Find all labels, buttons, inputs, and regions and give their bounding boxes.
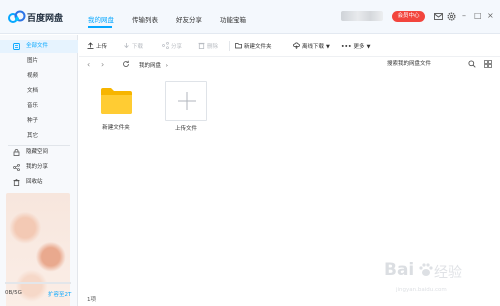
upload-button[interactable]: 上传 <box>87 42 107 50</box>
lock-icon <box>13 149 20 156</box>
refresh-icon[interactable] <box>122 60 130 68</box>
upload-icon <box>87 42 94 49</box>
sidebar-item-label: 其它 <box>27 133 39 139</box>
share-button[interactable]: 分享 <box>162 42 182 50</box>
sidebar-item-label: 图片 <box>27 58 39 64</box>
share-label: 分享 <box>171 44 183 50</box>
title-bar: 百度网盘 我的网盘 传输列表 好友分享 功能宝箱 会员中心 – □ × <box>0 0 500 34</box>
upload-file-tile[interactable] <box>165 81 207 121</box>
new-folder-label: 新建文件夹 <box>244 44 272 50</box>
maximize-icon[interactable]: □ <box>474 11 482 21</box>
more-label: 更多 <box>353 44 365 50</box>
expand-storage-link[interactable]: 扩容至2T <box>48 290 71 298</box>
more-dots-icon: ••• <box>341 44 352 50</box>
watermark-text-bai: Bai <box>384 260 415 280</box>
file-item-folder[interactable]: 新建文件夹 <box>94 80 138 132</box>
sidebar-item-label: 我的分享 <box>26 164 49 170</box>
download-icon <box>124 43 129 49</box>
tab-my-netdisk[interactable]: 我的网盘 <box>88 14 114 24</box>
sidebar-item-videos[interactable]: 视频 <box>0 70 78 83</box>
tab-transfer-list[interactable]: 传输列表 <box>132 14 158 24</box>
trash-icon <box>13 179 20 186</box>
upload-label: 上传 <box>96 44 108 50</box>
breadcrumb-root[interactable]: 我的网盘 <box>139 63 161 69</box>
storage-usage-text: 0B/5G <box>5 290 22 296</box>
item-count: 1项 <box>87 297 96 303</box>
sidebar: 全部文件 图片 视频 文档 音乐 种子 其它 隐藏空间 我的分享 回收站 <box>0 35 78 306</box>
vip-center-button[interactable]: 会员中心 <box>392 11 425 22</box>
grid-view-icon[interactable] <box>484 60 492 68</box>
sidebar-item-images[interactable]: 图片 <box>0 55 78 68</box>
cloud-download-icon <box>293 42 300 49</box>
more-button[interactable]: ••• 更多 ▼ <box>341 42 370 50</box>
watermark-text-jingyan: 经验 <box>434 265 462 281</box>
mail-icon[interactable] <box>434 12 443 21</box>
search-icon[interactable] <box>468 60 476 68</box>
toolbar: 上传 下载 分享 删除 新建文件夹 离线下载 ▼ ••• 更多 ▼ <box>79 35 500 57</box>
delete-label: 删除 <box>207 44 219 50</box>
sidebar-item-label: 全部文件 <box>26 43 49 49</box>
active-tab-indicator <box>88 26 112 28</box>
sidebar-item-torrents[interactable]: 种子 <box>0 115 78 128</box>
app-name: 百度网盘 <box>27 14 64 24</box>
minimize-icon[interactable]: – <box>462 11 466 21</box>
user-name-blurred[interactable] <box>341 11 383 21</box>
path-bar: ‹ › 我的网盘 › <box>79 57 500 72</box>
file-name: 新建文件夹 <box>102 125 130 131</box>
new-folder-icon <box>235 43 242 49</box>
folder-icon <box>101 88 132 114</box>
back-arrow-icon[interactable]: ‹ <box>87 60 90 69</box>
sidebar-item-label: 隐藏空间 <box>26 149 49 155</box>
sidebar-item-label: 音乐 <box>27 103 39 109</box>
sidebar-item-documents[interactable]: 文档 <box>0 85 78 98</box>
chevron-down-icon: ▼ <box>366 44 371 50</box>
toolbar-divider <box>229 41 230 51</box>
paw-icon <box>419 263 433 276</box>
breadcrumb[interactable]: 我的网盘 › <box>139 61 168 69</box>
forward-arrow-icon[interactable]: › <box>101 60 104 69</box>
upload-file-label: 上传文件 <box>174 126 197 132</box>
sidebar-item-recycle-bin[interactable]: 回收站 <box>0 176 78 189</box>
baidu-netdisk-logo-icon <box>8 10 26 23</box>
sidebar-item-label: 种子 <box>27 118 39 124</box>
offline-download-button[interactable]: 离线下载 ▼ <box>293 42 330 50</box>
download-label: 下载 <box>132 44 144 50</box>
gear-icon[interactable] <box>447 12 456 21</box>
sidebar-item-my-shares[interactable]: 我的分享 <box>0 161 78 174</box>
folder-icon <box>13 43 20 50</box>
share-icon <box>162 42 169 49</box>
delete-button[interactable]: 删除 <box>198 42 218 50</box>
close-icon[interactable]: × <box>487 11 494 21</box>
new-folder-button[interactable]: 新建文件夹 <box>235 42 272 50</box>
baidu-jingyan-watermark: Bai 经验 jingyan.baidu.com <box>380 258 496 302</box>
watermark-url: jingyan.baidu.com <box>396 287 447 293</box>
search-input[interactable] <box>382 58 482 70</box>
sidebar-item-label: 回收站 <box>26 179 43 185</box>
plus-icon <box>178 92 196 110</box>
storage-progress-bar <box>5 282 71 284</box>
offline-download-label: 离线下载 <box>302 44 325 50</box>
chevron-down-icon: ▼ <box>326 44 330 50</box>
sidebar-item-label: 视频 <box>27 73 39 79</box>
breadcrumb-chevron-icon: › <box>165 63 168 69</box>
download-button[interactable]: 下载 <box>123 42 143 50</box>
delete-icon <box>198 42 205 49</box>
tab-friend-share[interactable]: 好友分享 <box>176 14 202 24</box>
share-icon <box>13 164 20 171</box>
sidebar-item-music[interactable]: 音乐 <box>0 100 78 113</box>
sidebar-item-other[interactable]: 其它 <box>0 130 78 143</box>
sidebar-item-all-files[interactable]: 全部文件 <box>0 40 78 53</box>
tab-toolbox[interactable]: 功能宝箱 <box>220 14 246 24</box>
sidebar-item-hidden-space[interactable]: 隐藏空间 <box>0 146 78 159</box>
sidebar-item-label: 文档 <box>27 88 39 94</box>
